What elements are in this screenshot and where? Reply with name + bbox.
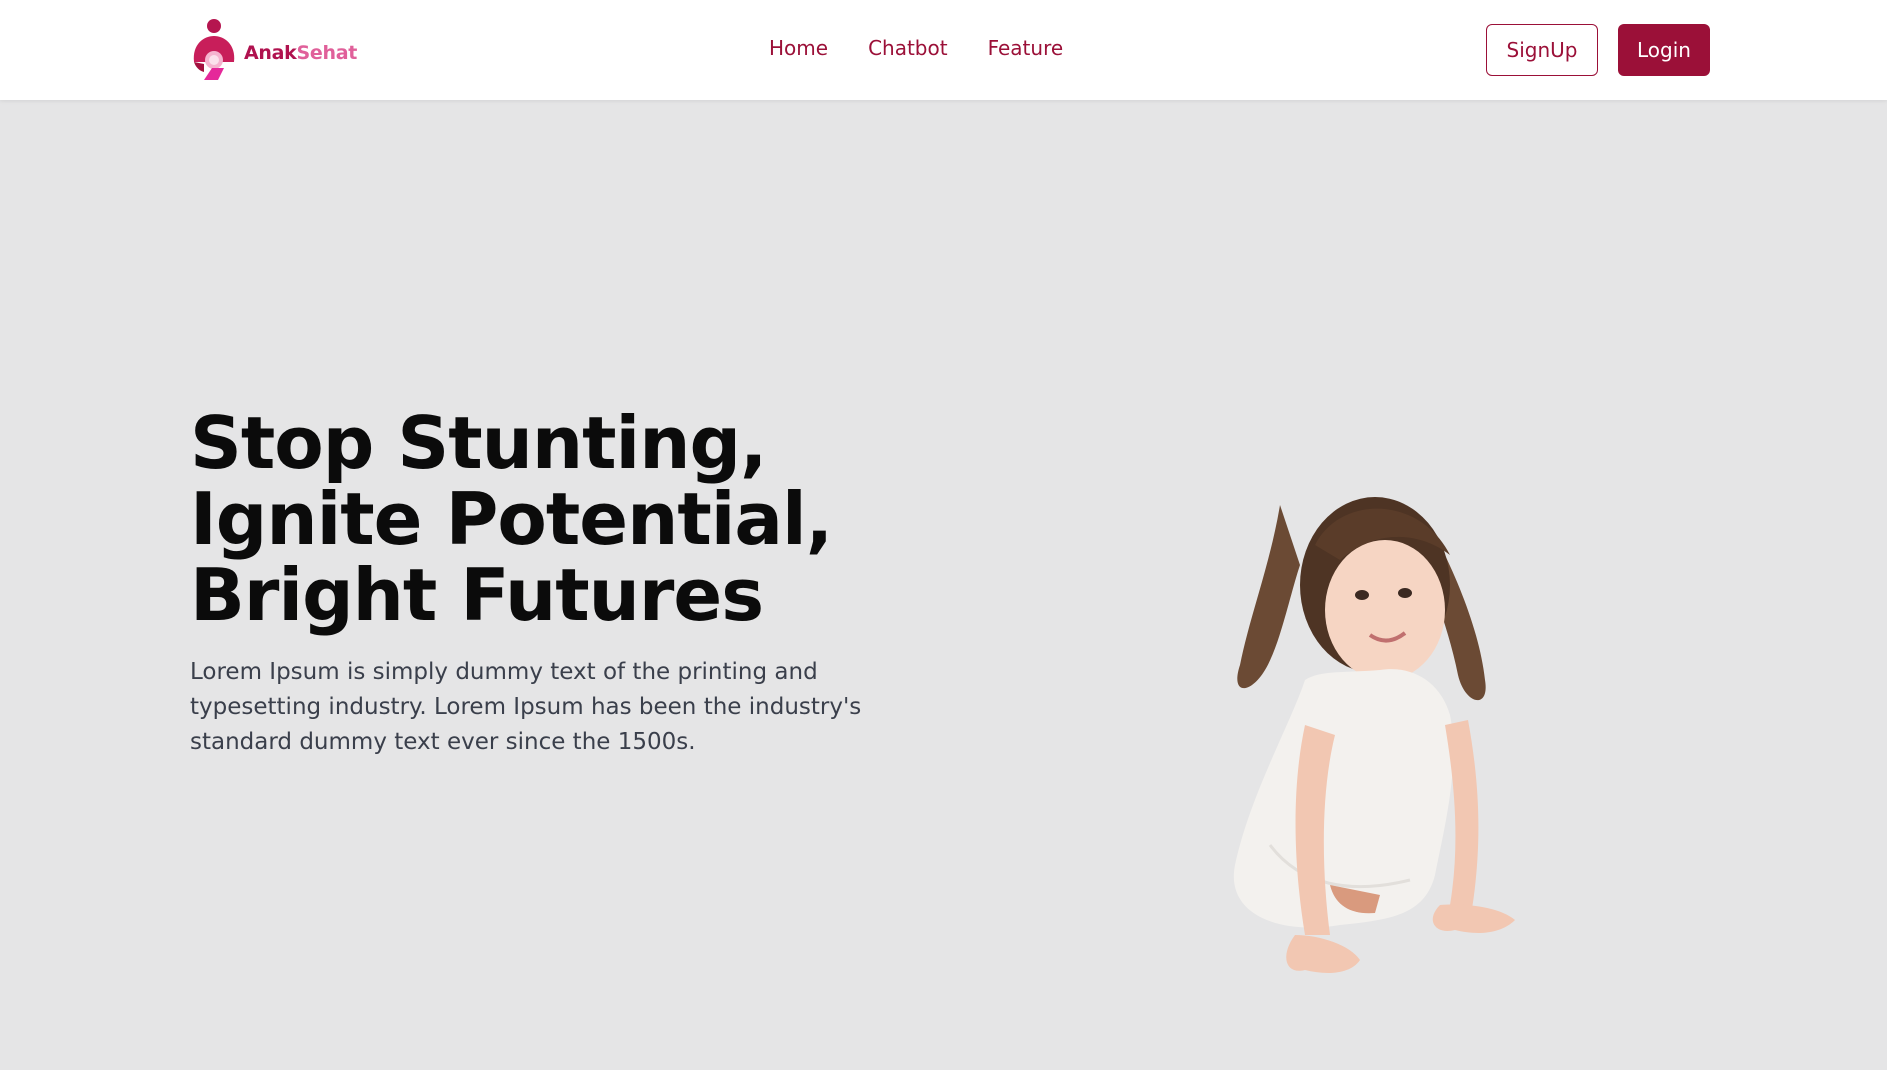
hero-description: Lorem Ipsum is simply dummy text of the … xyxy=(190,659,862,755)
brand-name-part1: Anak xyxy=(244,42,297,64)
login-button[interactable]: Login xyxy=(1618,24,1710,76)
navbar: AnakSehat Home Chatbot Feature SignUp Lo… xyxy=(0,0,1887,100)
mother-child-icon xyxy=(193,19,235,80)
brand-logo[interactable]: AnakSehat xyxy=(190,18,357,82)
hero-title-line-2: Ignite Potential, xyxy=(190,477,833,561)
hero-title-line-1: Stop Stunting, xyxy=(190,401,767,485)
crawling-child-illustration xyxy=(1233,497,1515,973)
brand-name: AnakSehat xyxy=(244,42,357,64)
nav-link-chatbot[interactable]: Chatbot xyxy=(868,36,948,60)
hero-section: Stop Stunting, Ignite Potential, Bright … xyxy=(0,100,1887,1070)
nav-link-feature[interactable]: Feature xyxy=(988,36,1064,60)
hero-title: Stop Stunting, Ignite Potential, Bright … xyxy=(190,405,910,633)
main-nav: Home Chatbot Feature xyxy=(769,36,1063,60)
brand-name-part2: Sehat xyxy=(296,42,358,64)
signup-button[interactable]: SignUp xyxy=(1486,24,1598,76)
hero-title-line-3: Bright Futures xyxy=(190,553,764,637)
nav-link-home[interactable]: Home xyxy=(769,36,828,60)
